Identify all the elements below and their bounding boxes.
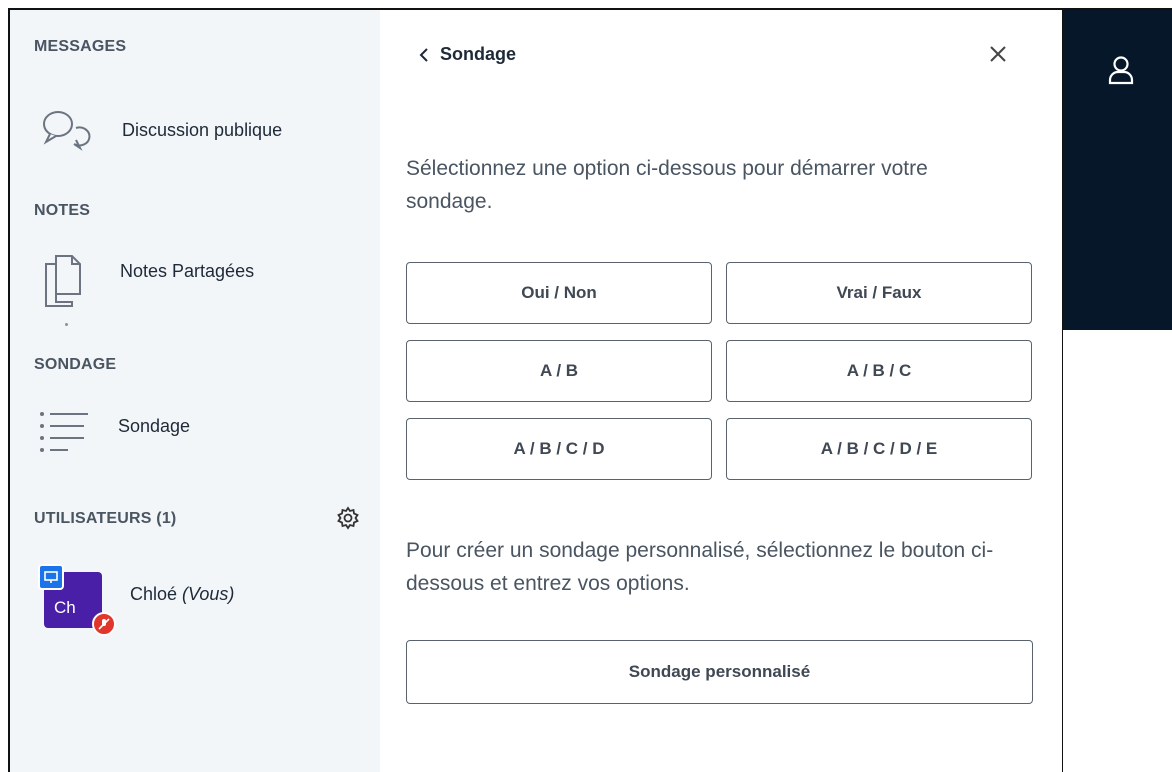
poll-intro-text: Sélectionnez une option ci-dessous pour … [406, 157, 928, 213]
app-frame: MESSAGES Discussion publique NOTES Notes… [8, 8, 1172, 772]
list-icon [38, 410, 88, 460]
user-self-tag: (Vous) [182, 584, 235, 604]
unread-dot [65, 323, 68, 326]
sidebar-item-poll[interactable]: Sondage [38, 410, 190, 460]
chevron-left-icon [418, 47, 430, 63]
custom-poll-button[interactable]: Sondage personnalisé [406, 640, 1033, 704]
custom-poll-text: Pour créer un sondage personnalisé, séle… [406, 539, 994, 595]
sidebar-item-label: Notes Partagées [120, 260, 255, 281]
presenter-icon [38, 564, 64, 590]
option-yes-no-button[interactable]: Oui / Non [406, 262, 712, 324]
user-list-item[interactable]: Chloé (Vous) [130, 584, 234, 605]
back-button[interactable]: Sondage [418, 44, 516, 65]
users-section-title: UTILISATEURS (1) [34, 510, 177, 527]
user-name: Chloé [130, 584, 178, 604]
sidebar-item-label: Sondage [118, 415, 191, 436]
option-ab-button[interactable]: A / B [406, 340, 712, 402]
close-icon[interactable] [984, 40, 1012, 68]
poll-section-title: SONDAGE [34, 356, 117, 373]
sidebar-item-shared-notes[interactable]: Notes Partagées [42, 252, 255, 328]
gear-icon[interactable] [336, 506, 360, 530]
panel-title: Sondage [440, 44, 517, 64]
option-abc-button[interactable]: A / B / C [726, 340, 1032, 402]
poll-panel: Sondage Sélectionnez une option ci-desso… [380, 10, 1062, 772]
notes-section-title: NOTES [34, 202, 91, 219]
option-abcde-button[interactable]: A / B / C / D / E [726, 418, 1032, 480]
chat-bubbles-icon [40, 106, 92, 154]
microphone-off-icon [92, 612, 116, 636]
option-abcd-button[interactable]: A / B / C / D [406, 418, 712, 480]
option-true-false-button[interactable]: Vrai / Faux [726, 262, 1032, 324]
user-icon[interactable] [1107, 54, 1135, 86]
avatar-initials: Ch [54, 598, 76, 617]
top-bar [1063, 10, 1172, 330]
sidebar-item-label: Discussion publique [122, 119, 283, 140]
avatar[interactable]: Ch [38, 564, 116, 636]
messages-section-title: MESSAGES [34, 38, 127, 55]
sidebar: MESSAGES Discussion publique NOTES Notes… [10, 10, 380, 772]
documents-icon [42, 252, 82, 328]
sidebar-item-public-chat[interactable]: Discussion publique [40, 106, 282, 154]
